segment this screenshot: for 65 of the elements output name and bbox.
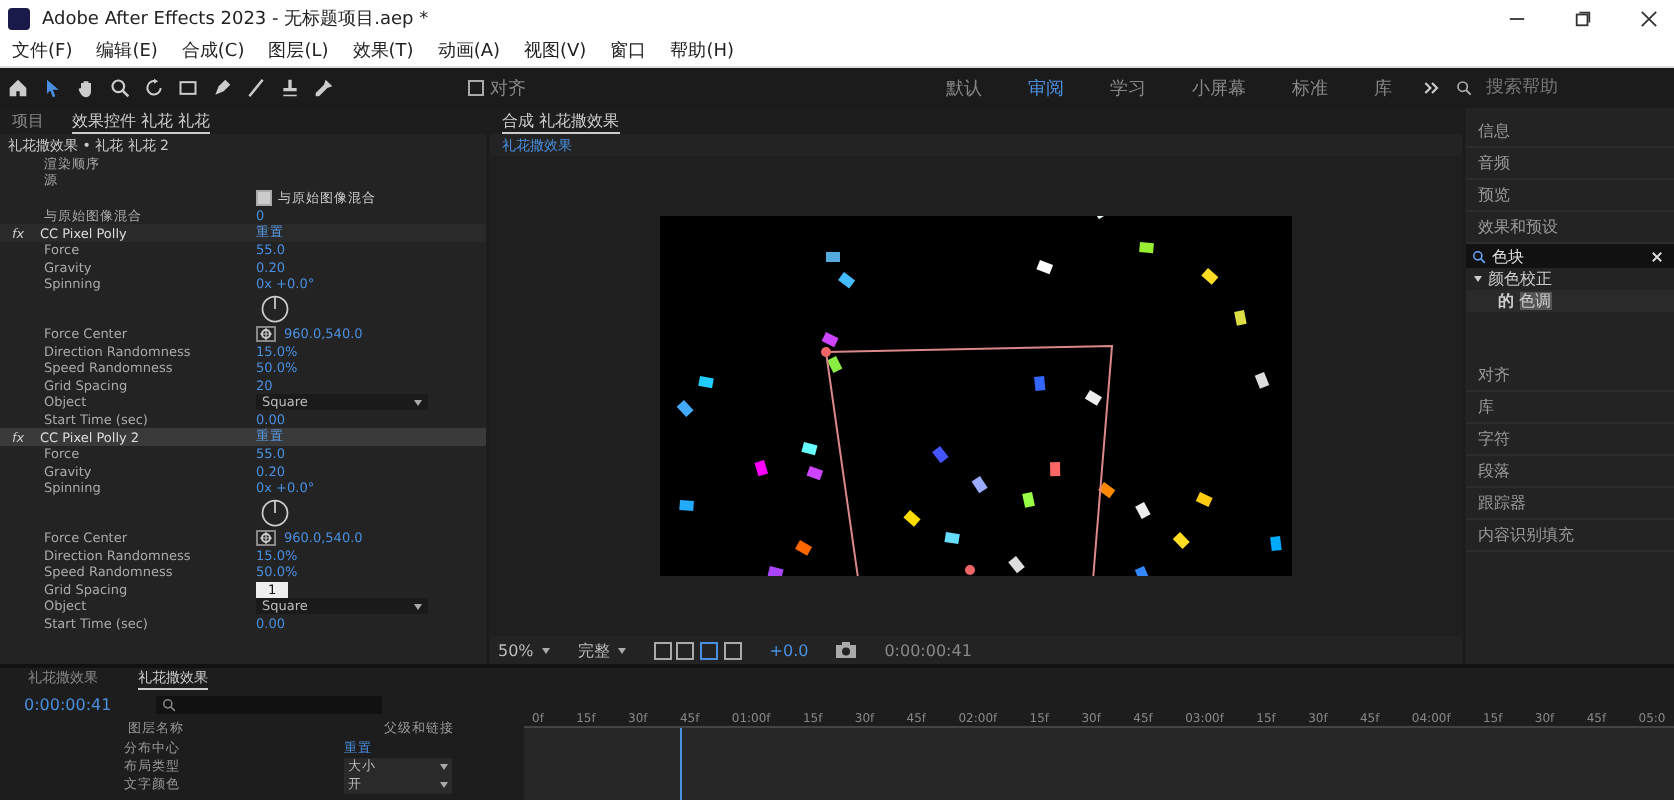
angle-dial-icon[interactable] [260, 294, 290, 325]
hand-icon[interactable] [76, 78, 96, 98]
clear-icon[interactable] [1650, 249, 1664, 263]
crosshair-icon[interactable] [256, 529, 276, 546]
timecode[interactable]: 0:00:00:41 [24, 696, 112, 714]
menu-item[interactable]: 窗口 [610, 38, 647, 64]
crosshair-icon[interactable] [256, 326, 276, 343]
restore-icon[interactable] [1574, 9, 1592, 27]
panel-item[interactable]: 对齐 [1466, 360, 1674, 392]
camera-icon[interactable] [836, 642, 857, 658]
angle-dial-icon[interactable] [260, 498, 290, 529]
panel-item[interactable]: 预览 [1466, 180, 1674, 212]
menu-item[interactable]: 效果(T) [352, 38, 414, 64]
menu-item[interactable]: 动画(A) [437, 38, 500, 64]
zoom-dropdown[interactable]: 50% [498, 641, 550, 659]
workspace-tab[interactable]: 审阅 [1012, 75, 1080, 101]
composition-tab[interactable]: 合成 礼花撒效果 [502, 109, 620, 133]
workspace-tab[interactable]: 库 [1358, 75, 1408, 101]
panel-tab[interactable]: 效果控件 礼花 礼花 [72, 109, 211, 133]
workspace-tab[interactable]: 学习 [1094, 75, 1162, 101]
search-icon [1456, 80, 1472, 96]
tree-item[interactable]: 颜色校正 [1466, 268, 1674, 290]
workspace-tab[interactable]: 标准 [1276, 75, 1344, 101]
workspace-tab[interactable]: 默认 [930, 75, 998, 101]
exposure-value[interactable]: +0.0 [769, 641, 809, 659]
rectangle-icon[interactable] [178, 78, 198, 98]
brush-icon[interactable] [246, 78, 266, 98]
stamp-icon[interactable] [280, 78, 300, 98]
search-bar[interactable]: 色块 [1466, 244, 1674, 268]
pointer-icon[interactable] [42, 78, 62, 98]
menu-item[interactable]: 帮助(H) [670, 38, 734, 64]
menu-item[interactable]: 文件(F) [12, 38, 73, 64]
bounding-box[interactable] [821, 344, 1114, 576]
panel-item[interactable]: 信息 [1466, 116, 1674, 148]
snap-checkbox[interactable]: 对齐 [468, 75, 526, 101]
disclosure-triangle-icon[interactable] [1474, 276, 1482, 282]
search-icon[interactable] [110, 78, 130, 98]
menu-item[interactable]: 合成(C) [181, 38, 245, 64]
panel-item[interactable]: 字符 [1466, 424, 1674, 456]
panel-item[interactable]: 跟踪器 [1466, 488, 1674, 520]
menu-item[interactable]: 图层(L) [268, 38, 329, 64]
panel-tab[interactable]: 项目 [12, 110, 44, 132]
workspace-tab[interactable]: 小屏幕 [1176, 75, 1262, 101]
close-icon[interactable] [1640, 9, 1658, 27]
view-options-icon[interactable] [653, 641, 742, 659]
pin-icon[interactable] [314, 78, 334, 98]
chevron-icon[interactable] [1422, 78, 1442, 98]
app-logo-icon [8, 7, 30, 29]
layer-search-field[interactable] [155, 696, 382, 714]
search-icon [1472, 249, 1486, 263]
rotate-icon[interactable] [144, 78, 164, 98]
menu-item[interactable]: 视图(V) [524, 38, 587, 64]
window-title: Adobe After Effects 2023 - 无标题项目.aep * [42, 7, 431, 31]
panel-item[interactable]: 音频 [1466, 148, 1674, 180]
effects-search-field[interactable]: 色块 [1492, 247, 1644, 265]
search-icon [161, 698, 176, 712]
current-time: 0:00:00:41 [884, 641, 972, 659]
panel-item[interactable]: 段落 [1466, 456, 1674, 488]
tree-item[interactable]: 的 色调 [1466, 290, 1674, 312]
pen-icon[interactable] [212, 78, 232, 98]
home-icon[interactable] [8, 78, 28, 98]
menu-item[interactable]: 编辑(E) [96, 38, 158, 64]
panel-item[interactable]: 库 [1466, 392, 1674, 424]
panel-item[interactable]: 内容识别填充 [1466, 520, 1674, 552]
quality-dropdown[interactable]: 完整 [577, 639, 626, 661]
